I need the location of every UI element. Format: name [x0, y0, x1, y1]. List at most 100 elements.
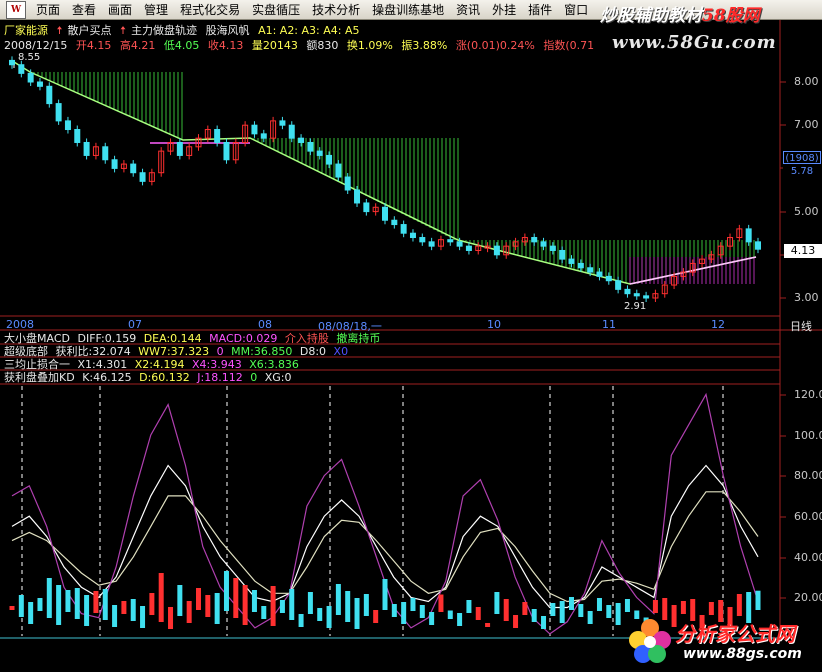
kd-bar [345, 591, 351, 622]
candle-body [745, 228, 752, 243]
kd-bar [522, 602, 528, 615]
main-trend-line [13, 61, 757, 285]
candle-body [18, 64, 25, 74]
candle [493, 242, 500, 259]
kd-bar [270, 586, 276, 626]
kd-bar [9, 606, 15, 610]
macd-diff: DIFF:0.159 [77, 332, 137, 345]
kd-bar [18, 595, 24, 617]
candle-body [531, 237, 538, 243]
stop-x4: X4:3.943 [191, 358, 242, 371]
candle-body [363, 202, 370, 213]
bottom-profit: 获利比:32.074 [55, 345, 131, 358]
kd-bar [261, 606, 267, 619]
bar-count-badge: (1908) [783, 151, 821, 164]
kd-bar [513, 615, 519, 628]
kd-bar [84, 595, 90, 626]
kd-bar [317, 608, 323, 621]
candle-body [176, 141, 183, 156]
kd-bar [596, 598, 602, 611]
candle [102, 142, 109, 164]
candle-body [316, 150, 323, 156]
macd-row: 大小盘MACD DIFF:0.159 DEA:0.144 MACD:0.029 … [4, 333, 384, 345]
kd-bar [307, 592, 313, 614]
period-daily-label[interactable]: 日线 [790, 318, 812, 334]
candle-body [549, 245, 556, 251]
kd-bar [279, 600, 285, 613]
candle [559, 246, 566, 264]
candle-body [643, 295, 650, 299]
candle-body [74, 129, 81, 143]
candle-body [428, 241, 435, 247]
kd-tick-80: 80.00 [794, 469, 822, 482]
x-label-2008: 2008 [6, 318, 34, 331]
candle [624, 285, 631, 298]
candle-body [596, 271, 603, 277]
candle [130, 160, 137, 177]
kd-bar [485, 623, 491, 627]
candle [279, 116, 286, 130]
candle [307, 138, 314, 156]
candle [736, 224, 743, 242]
candle [419, 233, 426, 246]
candle [400, 220, 407, 238]
site-logo-url: www.88gs.com [683, 646, 802, 662]
candle [382, 203, 388, 225]
bar-count-value: 5.78 [783, 165, 821, 178]
candle-body [605, 275, 612, 282]
candle-body [83, 141, 90, 156]
candle-body [214, 129, 221, 143]
stop-name[interactable]: 三均止损合一 [4, 358, 70, 371]
kd-bar [363, 594, 369, 616]
candle [242, 121, 249, 147]
kd-bar [28, 602, 34, 624]
candle-body [456, 241, 463, 247]
kd-name[interactable]: 获利盘叠加KD [4, 371, 75, 384]
candle-body [755, 241, 761, 250]
candle-body [577, 262, 584, 269]
candle [409, 229, 416, 242]
candle [633, 289, 640, 300]
candle [46, 82, 53, 108]
kd-bar [93, 591, 99, 613]
candle [232, 138, 239, 164]
kd-bar [447, 610, 453, 619]
candle [531, 233, 538, 246]
flower-logo-icon [629, 619, 671, 663]
kd-bar [326, 606, 332, 628]
kd-bar [140, 606, 146, 628]
candle-body [419, 237, 426, 243]
kd-bar [56, 585, 62, 625]
candle-body [102, 146, 109, 161]
candle [549, 242, 556, 255]
bottom-mm: MM:36.850 [231, 345, 293, 358]
kd-bar [755, 590, 761, 610]
candle-body [465, 245, 472, 251]
bottom-ww7: WW7:37.323 [138, 345, 210, 358]
kd-bar [196, 588, 201, 610]
candle-body [624, 288, 631, 295]
candle [428, 237, 435, 251]
kd-bar [587, 611, 593, 624]
kd-zero: 0 [250, 371, 258, 384]
macd-name[interactable]: 大小盘MACD [4, 332, 70, 345]
kd-bar [419, 605, 425, 618]
bottom-name[interactable]: 超级底部 [4, 345, 48, 358]
kd-bar [606, 605, 612, 618]
kd-bar [494, 592, 500, 614]
bottom-d8: D8:0 [299, 345, 327, 358]
kd-bar [186, 601, 192, 623]
candle-body [260, 133, 267, 139]
x-label-07: 07 [128, 318, 142, 331]
candle [699, 255, 706, 268]
candle-body [111, 159, 118, 169]
x-label-11: 11 [602, 318, 616, 331]
kd-bar [121, 601, 127, 614]
candle-body [354, 189, 361, 204]
kd-xg: XG:0 [264, 371, 292, 384]
candle [92, 142, 99, 160]
kd-bar [233, 578, 239, 618]
kd-bar [289, 589, 295, 620]
candle-body [288, 124, 295, 139]
candle [605, 272, 612, 285]
